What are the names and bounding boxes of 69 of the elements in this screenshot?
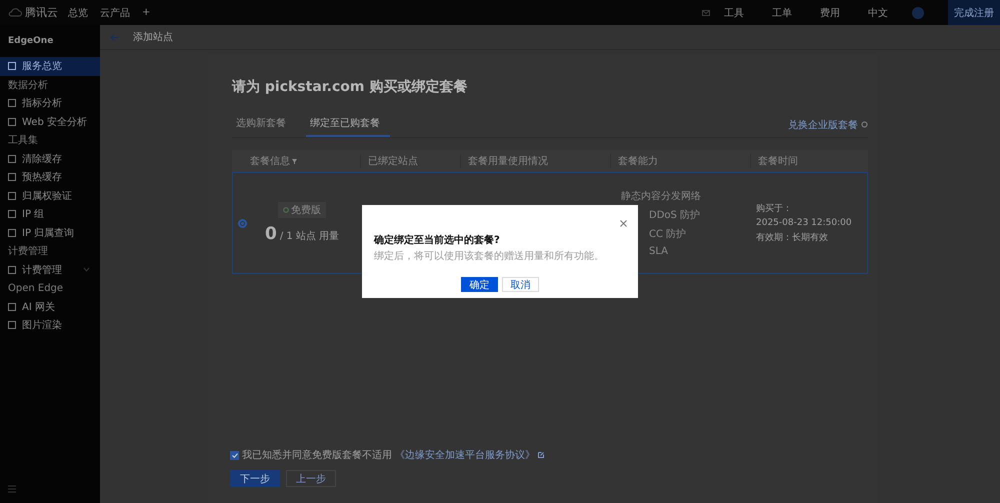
menu-group-label: Open Edge <box>7 282 64 296</box>
column-title: 套餐能力 <box>618 154 658 168</box>
radio-button[interactable] <box>238 218 247 228</box>
confirm-button[interactable]: 确定 <box>461 277 498 292</box>
column-title: 已绑定站点 <box>368 154 418 168</box>
menu-item-icon <box>8 62 16 70</box>
tab[interactable]: 选购新套餐 <box>232 112 296 137</box>
dialog-message: 绑定后，将可以使用该套餐的赠送用量和所有功能。 <box>374 250 605 263</box>
sidebar-item[interactable]: IP 组 <box>0 205 100 224</box>
menu-item-icon <box>8 118 16 126</box>
agreement-link[interactable]: 《边缘安全加速平台服务协议》 <box>395 448 535 462</box>
cloud-logo[interactable]: 腾讯云 <box>8 5 58 20</box>
nav-link[interactable]: 工单 <box>772 6 792 20</box>
menu-group-label: 数据分析 <box>7 78 49 93</box>
menu-item-icon <box>8 302 16 311</box>
menu-group-label: 计费管理 <box>7 244 49 260</box>
close-icon[interactable] <box>620 220 627 227</box>
menu-item-icon <box>8 99 16 108</box>
column-title: 套餐用量使用情况 <box>468 154 548 168</box>
page-header-title: 添加站点 <box>133 30 173 44</box>
plan-feature: CC 防护 <box>648 228 688 241</box>
column-title: 套餐信息 <box>250 154 290 168</box>
column-title: 套餐时间 <box>758 154 798 168</box>
next-button[interactable]: 下一步 <box>230 470 280 487</box>
sidebar-item[interactable]: 指标分析 <box>0 94 100 112</box>
agreement-text: 我已知悉并同意免费版套餐不适用 <box>242 448 392 462</box>
nav-link[interactable]: 总览 <box>68 6 88 20</box>
menu-item-icon <box>8 154 16 163</box>
menu-group-label: 工具集 <box>7 134 39 148</box>
menu-item-icon <box>8 266 16 274</box>
plan-feature: DDoS 防护 <box>648 208 702 222</box>
register-button[interactable]: 完成注册 <box>948 0 1000 25</box>
menu-item-icon <box>8 173 16 182</box>
dialog-title: 确定绑定至当前选中的套餐? <box>374 233 501 247</box>
menu-item-icon <box>8 321 16 330</box>
sidebar-item[interactable]: 归属权验证 <box>0 186 100 205</box>
mail-icon[interactable] <box>702 10 710 16</box>
filter-icon[interactable] <box>292 158 297 164</box>
purchase-time: 2025-08-23 12:50:00 <box>756 218 853 228</box>
nav-link[interactable]: 中文 <box>868 6 888 20</box>
product-name: EdgeOne <box>7 35 54 48</box>
sidebar-item[interactable]: 计费管理 <box>0 260 100 279</box>
sidebar-item[interactable]: 清除缓存 <box>0 150 100 168</box>
redeem-link[interactable]: 兑换企业版套餐 <box>788 118 858 132</box>
tab[interactable]: 绑定至已购套餐 <box>306 112 390 137</box>
menu-item-icon <box>8 192 16 200</box>
sidebar-item[interactable]: 预热缓存 <box>0 168 100 186</box>
plan-feature: 静态内容分发网络 <box>621 190 702 203</box>
nav-link[interactable]: 费用 <box>820 6 840 20</box>
sidebar-item[interactable]: 图片渲染 <box>0 316 100 334</box>
cancel-button[interactable]: 取消 <box>502 277 539 292</box>
previous-button[interactable]: 上一步 <box>286 470 336 487</box>
sidebar-item[interactable]: AI 网关 <box>0 298 100 316</box>
nav-link[interactable]: + <box>142 7 150 18</box>
nav-link[interactable]: 工具 <box>724 6 744 20</box>
checkbox[interactable] <box>230 450 239 460</box>
sidebar-item[interactable]: Web 安全分析 <box>0 112 100 131</box>
plan-badge: 免费版 <box>278 202 326 218</box>
sidebar-item[interactable]: 服务总览 <box>0 57 100 76</box>
external-link-icon[interactable] <box>538 452 544 458</box>
menu-item-icon <box>8 210 16 218</box>
validity-text: 有效期：长期有效 <box>756 232 829 244</box>
site-quota: 0 / 1 站点 用量 <box>265 224 340 244</box>
sidebar-item[interactable]: IP 归属查询 <box>0 224 100 242</box>
menu-item-icon <box>8 228 16 237</box>
plan-feature: SLA <box>648 246 669 257</box>
page-title: 请为 pickstar.com 购买或绑定套餐 <box>232 78 468 96</box>
purchase-label: 购买于： <box>756 202 793 215</box>
nav-link[interactable]: 云产品 <box>100 6 130 20</box>
